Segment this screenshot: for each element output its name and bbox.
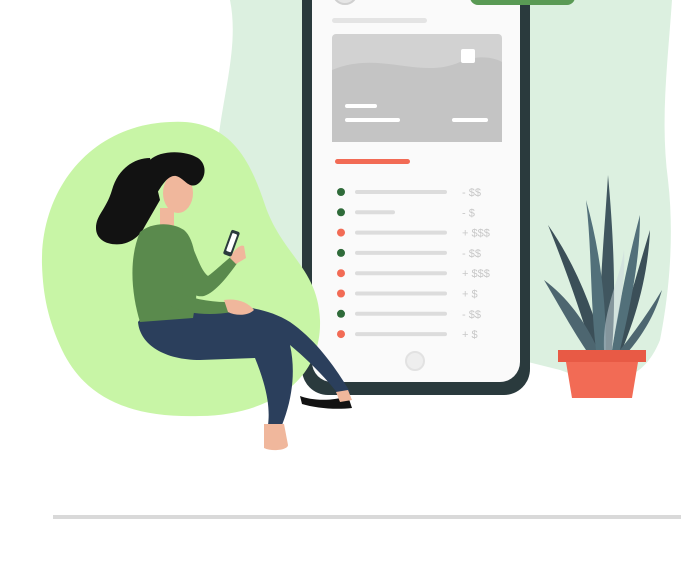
section-accent-line (335, 159, 410, 164)
transaction-dot-icon (337, 248, 345, 257)
pot (566, 362, 638, 398)
transaction-dot-icon (337, 309, 345, 318)
transaction-dot-icon (337, 269, 345, 278)
divider-line (53, 515, 681, 519)
transaction-dot-icon (337, 188, 345, 196)
transaction-placeholder-line (355, 291, 447, 296)
transaction-placeholder-line (355, 230, 447, 235)
credit-card (332, 34, 502, 143)
pot-rim (558, 350, 646, 362)
transaction-placeholder-line (355, 190, 447, 194)
transaction-dot-icon (337, 208, 345, 217)
transaction-placeholder-line (355, 332, 447, 337)
finance-app-illustration: - $$ - $ + $$$ - $$ + $$$ + $ - $$ + $ (41, 0, 681, 519)
transaction-amount: - $$ (462, 248, 481, 260)
transaction-amount: - $$ (462, 187, 481, 199)
transaction-placeholder-line (355, 210, 395, 215)
transaction-amount: - $ (462, 207, 475, 219)
transaction-amount: + $ (462, 329, 478, 341)
transaction-amount: + $$$ (462, 228, 490, 240)
transaction-placeholder-line (355, 311, 447, 316)
transaction-dot-icon (337, 228, 345, 237)
home-button-icon (405, 351, 425, 371)
card-chip-icon (461, 49, 475, 63)
transaction-amount: + $ (462, 289, 478, 301)
transaction-placeholder-line (355, 250, 447, 255)
transaction-dot-icon (337, 330, 345, 339)
transaction-dot-icon (337, 289, 345, 298)
illustration-stage: - $$ - $ + $$$ - $$ + $$$ + $ - $$ + $ (0, 0, 681, 572)
transaction-amount: + $$$ (462, 268, 490, 280)
top-button-shape (470, 0, 575, 5)
transaction-amount: - $$ (462, 309, 481, 321)
transaction-placeholder-line (355, 271, 447, 276)
